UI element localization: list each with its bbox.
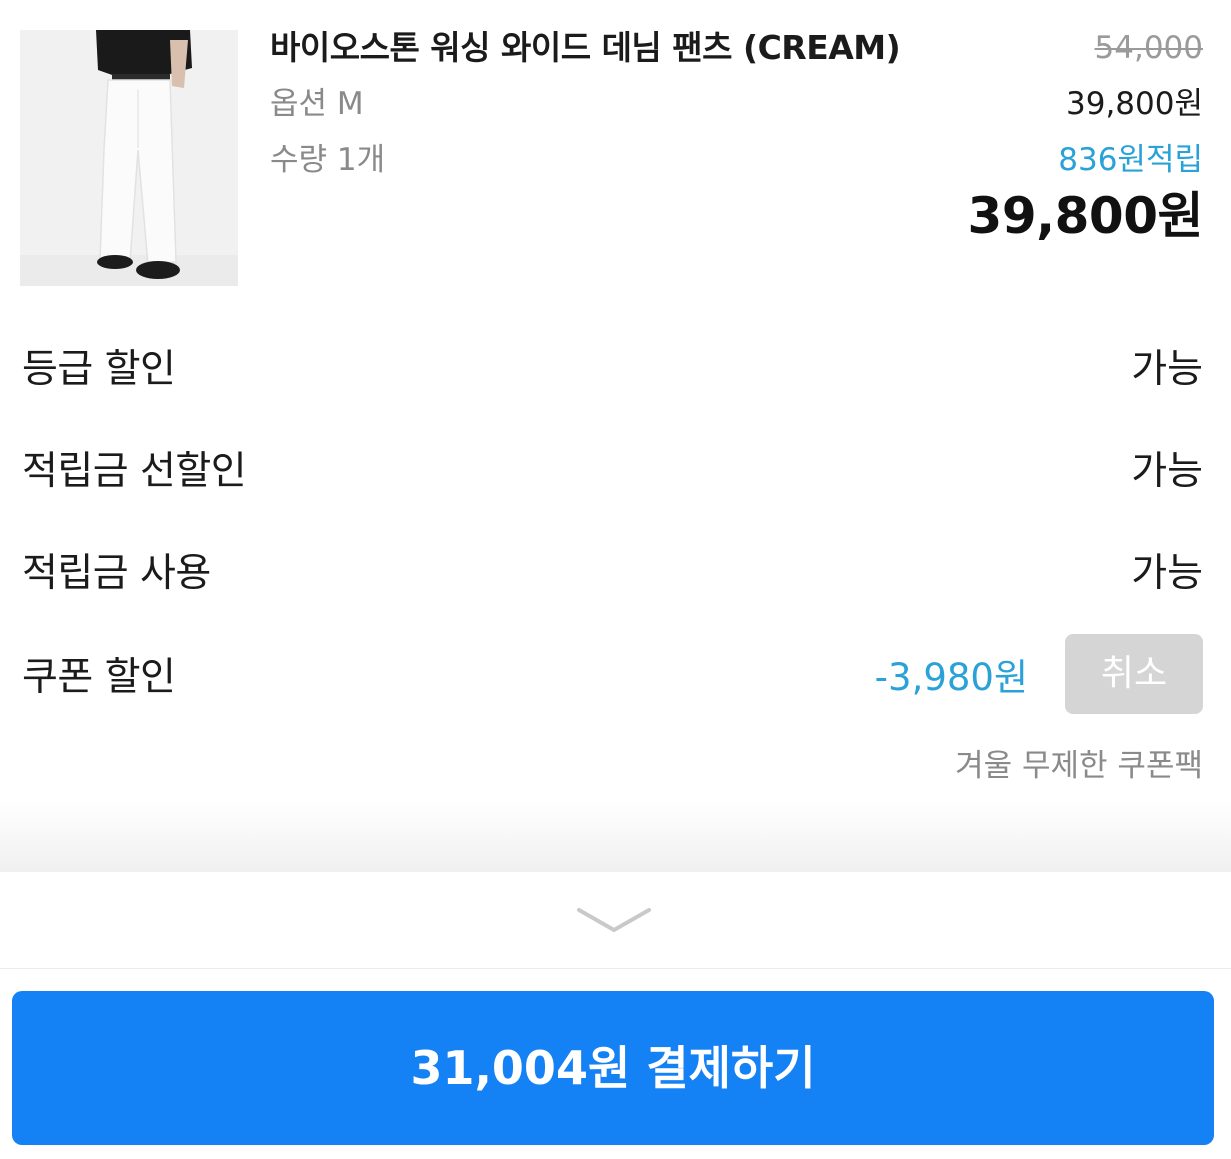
points-earned: 836원적립 <box>1058 142 1203 178</box>
chevron-down-icon[interactable] <box>576 906 652 934</box>
discount-label: 등급 할인 <box>22 347 176 392</box>
pay-button[interactable]: 31,004원 결제하기 <box>12 991 1214 1145</box>
discount-row-points-use: 적립금 사용 가능 <box>22 544 1203 604</box>
product-option: 옵션 M <box>270 86 364 122</box>
discount-row-points-prediscount: 적립금 선할인 가능 <box>22 442 1203 502</box>
coupon-cancel-button[interactable]: 취소 <box>1065 634 1203 714</box>
collapse-toggle[interactable] <box>0 872 1231 969</box>
product-info: 바이오스톤 워싱 와이드 데님 팬츠 (CREAM) 옵션 M 수량 1개 <box>270 28 950 180</box>
coupon-discount-amount: -3,980원 <box>874 656 1028 699</box>
sale-price: 39,800원 <box>1066 86 1203 122</box>
discount-status: 가능 <box>1131 347 1203 392</box>
product-quantity: 수량 1개 <box>270 142 386 178</box>
discount-status: 가능 <box>1131 449 1203 494</box>
original-price: 54,000 <box>1094 30 1203 66</box>
product-summary: 바이오스톤 워싱 와이드 데님 팬츠 (CREAM) 옵션 M 수량 1개 54… <box>20 28 1204 286</box>
product-image[interactable] <box>20 30 238 286</box>
discount-label: 적립금 사용 <box>22 551 211 596</box>
discount-status: 가능 <box>1131 551 1203 596</box>
product-photo <box>20 30 238 286</box>
checkout-page: 바이오스톤 워싱 와이드 데님 팬츠 (CREAM) 옵션 M 수량 1개 54… <box>0 0 1231 1159</box>
content-fade <box>0 800 1231 872</box>
product-name[interactable]: 바이오스톤 워싱 와이드 데님 팬츠 (CREAM) <box>270 28 950 68</box>
discount-row-grade: 등급 할인 가능 <box>22 340 1203 400</box>
coupon-label: 쿠폰 할인 <box>22 655 176 700</box>
coupon-pack-name: 겨울 무제한 쿠폰팩 <box>955 748 1203 784</box>
price-block: 54,000 39,800원 836원적립 39,800원 <box>967 28 1204 246</box>
item-total-price: 39,800원 <box>967 187 1204 245</box>
discount-label: 적립금 선할인 <box>22 449 247 494</box>
discount-row-coupon: 쿠폰 할인 -3,980원 취소 <box>22 634 1203 714</box>
